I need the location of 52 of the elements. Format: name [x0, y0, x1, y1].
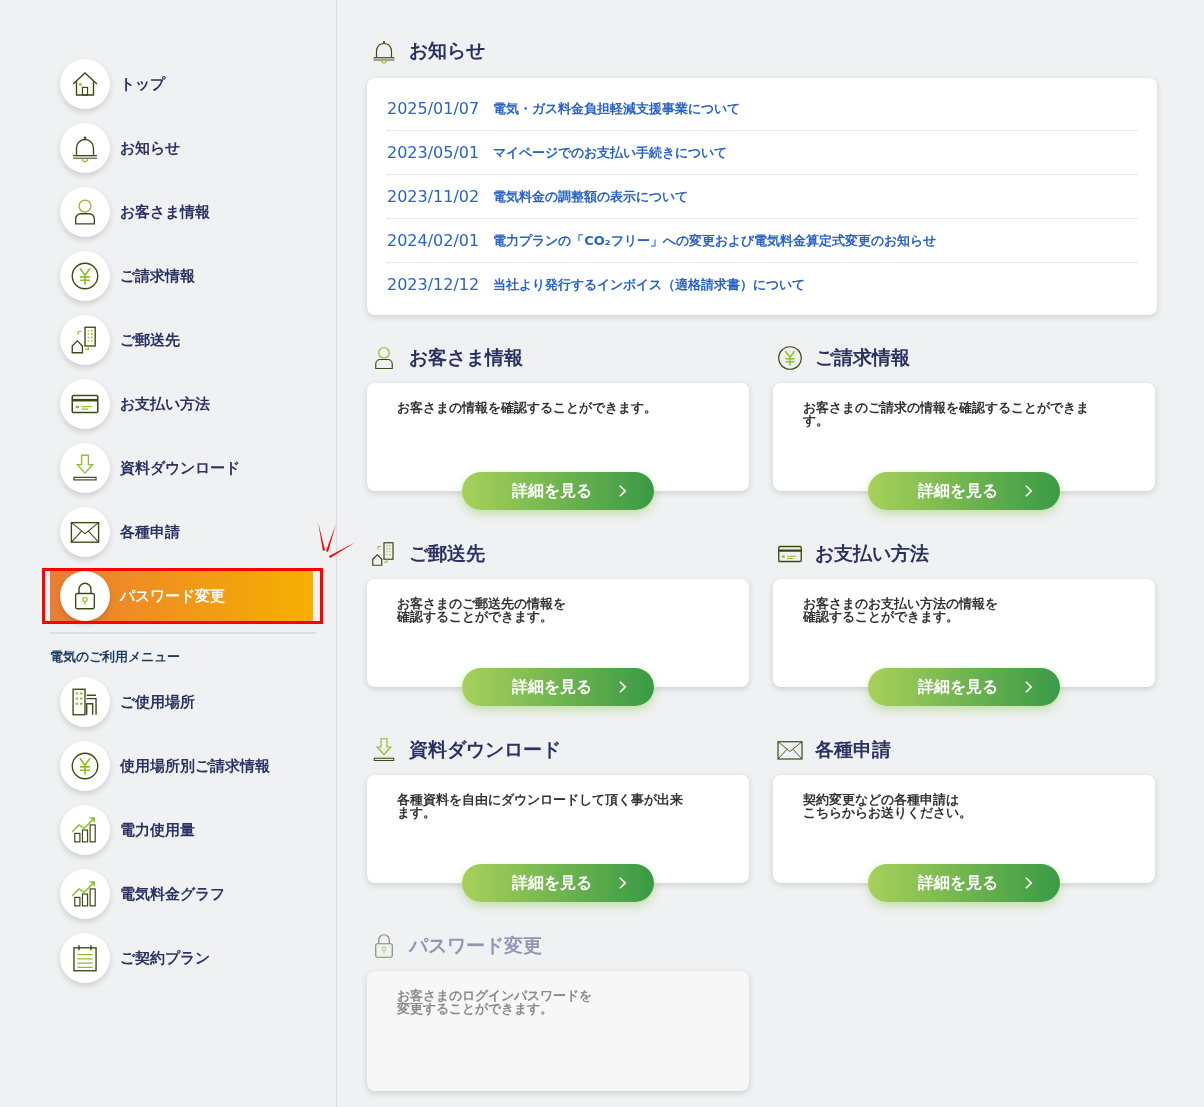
- description-line: お客さまのご請求の情報を確認することができま: [803, 401, 1089, 415]
- chevron-right-icon: [617, 876, 627, 890]
- description-line: 契約変更などの各種申請は: [803, 793, 959, 807]
- description-line: 変更することができます。: [397, 1002, 553, 1016]
- chevron-right-icon: [617, 680, 627, 694]
- news-link[interactable]: 電力プランの「CO₂フリー」への変更および電気料金算定式変更のお知らせ: [493, 231, 936, 250]
- sidebar-item[interactable]: お支払い方法: [50, 376, 313, 432]
- description-line: お客さまのログインパスワードを: [397, 989, 592, 1003]
- news-link[interactable]: 当社より発行するインボイス（適格請求書）について: [493, 275, 806, 294]
- sidebar-item[interactable]: 資料ダウンロード: [50, 440, 313, 496]
- description-line: お客さまのお支払い方法の情報を: [803, 597, 998, 611]
- sidebar-item[interactable]: 電力使用量: [50, 802, 313, 858]
- card-heading: 各種申請: [815, 737, 891, 762]
- sidebar-item[interactable]: トップ: [50, 56, 313, 112]
- card-heading: ご郵送先: [409, 541, 485, 566]
- chevron-right-icon: [1023, 484, 1033, 498]
- section-title: 電気のご利用メニュー: [50, 648, 181, 666]
- chevron-right-icon: [617, 484, 627, 498]
- card-heading: 資料ダウンロード: [409, 737, 561, 762]
- sidebar-item[interactable]: ご使用場所: [50, 674, 313, 730]
- sidebar-item[interactable]: 各種申請: [50, 504, 313, 560]
- section-heading: お知らせ: [409, 38, 485, 63]
- card-heading: お支払い方法: [815, 541, 929, 566]
- news-date: 2023/05/01: [387, 143, 480, 162]
- description-line: こちらからお送りください。: [803, 806, 972, 820]
- news-link[interactable]: マイページでのお支払い手続きについて: [493, 143, 728, 162]
- news-date: 2025/01/07: [387, 99, 480, 118]
- chevron-right-icon: [1023, 680, 1033, 694]
- yen-icon: [775, 343, 805, 373]
- card-heading: パスワード変更: [409, 933, 542, 958]
- description-line: 確認することができます。: [397, 610, 553, 624]
- description-line: す。: [803, 414, 829, 428]
- news-link[interactable]: 電気料金の調整額の表示について: [493, 187, 689, 206]
- sidebar-item[interactable]: お客さま情報: [50, 184, 313, 240]
- description-line: お客さまの情報を確認することができます。: [397, 401, 657, 415]
- sidebar-item[interactable]: ご契約プラン: [50, 930, 313, 986]
- sidebar-item[interactable]: ご郵送先: [50, 312, 313, 368]
- sidebar-item[interactable]: 使用場所別ご請求情報: [50, 738, 313, 794]
- chevron-right-icon: [1023, 876, 1033, 890]
- news-date: 2024/02/01: [387, 231, 480, 250]
- news-link[interactable]: 電気・ガス料金負担軽減支援事業について: [493, 99, 741, 118]
- news-date: 2023/11/02: [387, 187, 480, 206]
- sidebar-item[interactable]: お知らせ: [50, 120, 313, 176]
- card-heading: お客さま情報: [409, 345, 523, 370]
- sidebar-item[interactable]: 電気料金グラフ: [50, 866, 313, 922]
- description-line: 確認することができます。: [803, 610, 959, 624]
- card-heading: ご請求情報: [815, 345, 910, 370]
- description-line: ます。: [397, 806, 436, 820]
- description-line: お客さまのご郵送先の情報を: [397, 597, 566, 611]
- sidebar-item[interactable]: ご請求情報: [50, 248, 313, 304]
- news-date: 2023/12/12: [387, 275, 480, 294]
- description-line: 各種資料を自由にダウンロードして頂く事が出来: [397, 793, 683, 807]
